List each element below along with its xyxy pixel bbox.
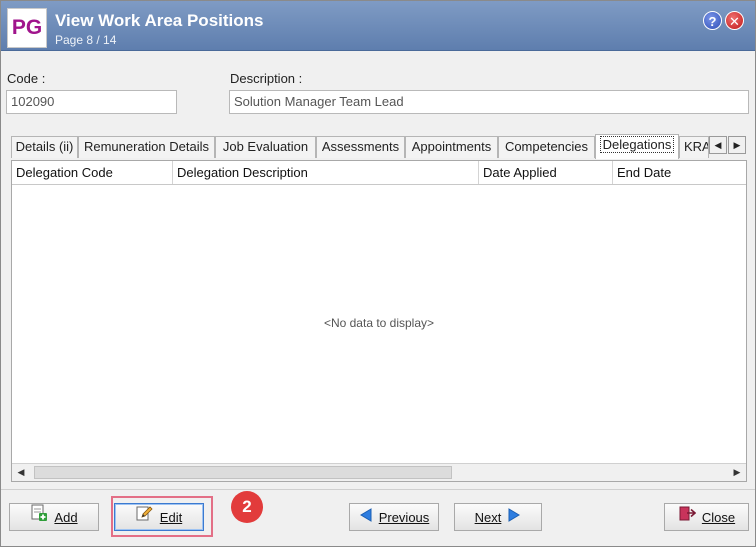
page-indicator: Page 8 / 14 — [55, 33, 117, 47]
scrollbar-thumb[interactable] — [34, 466, 452, 479]
previous-button[interactable]: Previous — [349, 503, 439, 531]
tab-strip: Details (ii) Remuneration Details Job Ev… — [9, 134, 749, 159]
horizontal-scrollbar[interactable]: ◀ ▶ — [12, 463, 746, 481]
close-button[interactable]: Close — [664, 503, 749, 531]
tab-kra[interactable]: KRA — [679, 136, 709, 158]
tab-competencies[interactable]: Competencies — [498, 136, 595, 158]
description-field[interactable]: Solution Manager Team Lead — [229, 90, 749, 114]
column-header-delegation-description[interactable]: Delegation Description — [173, 161, 479, 184]
title-bar: PG View Work Area Positions Page 8 / 14 … — [1, 1, 755, 51]
tab-job-evaluation[interactable]: Job Evaluation — [215, 136, 316, 158]
close-window-icon[interactable]: ✕ — [725, 11, 744, 30]
app-logo: PG — [7, 8, 47, 48]
add-document-icon — [30, 504, 48, 531]
column-header-date-applied[interactable]: Date Applied — [479, 161, 613, 184]
empty-grid-message: <No data to display> — [323, 316, 435, 330]
tab-appointments[interactable]: Appointments — [405, 136, 498, 158]
arrow-right-icon — [507, 505, 521, 531]
arrow-left-icon — [359, 505, 373, 531]
delegations-grid: Delegation Code Delegation Description D… — [11, 160, 747, 482]
tab-scroll-right-icon[interactable]: ▶ — [728, 136, 746, 154]
tab-delegations[interactable]: Delegations — [595, 134, 679, 159]
tab-remuneration-details[interactable]: Remuneration Details — [78, 136, 215, 158]
window-title: View Work Area Positions — [55, 11, 264, 30]
column-header-end-date[interactable]: End Date — [613, 161, 746, 184]
column-header-delegation-code[interactable]: Delegation Code — [12, 161, 173, 184]
close-door-icon — [678, 504, 697, 531]
help-icon[interactable]: ? — [703, 11, 722, 30]
dialog-window: PG View Work Area Positions Page 8 / 14 … — [0, 0, 756, 547]
add-button[interactable]: Add — [9, 503, 99, 531]
grid-header: Delegation Code Delegation Description D… — [12, 161, 746, 185]
tab-scroll-left-icon[interactable]: ◀ — [709, 136, 727, 154]
description-label: Description : — [230, 71, 303, 86]
code-field[interactable]: 102090 — [6, 90, 177, 114]
tab-details-ii[interactable]: Details (ii) — [11, 136, 78, 158]
code-label: Code : — [7, 71, 46, 86]
step-marker: 2 — [231, 491, 263, 523]
next-button[interactable]: Next — [454, 503, 542, 531]
tab-assessments[interactable]: Assessments — [316, 136, 405, 158]
scroll-left-icon[interactable]: ◀ — [12, 464, 30, 481]
footer-divider — [1, 489, 755, 490]
edit-highlight-box — [111, 496, 213, 537]
scroll-right-icon[interactable]: ▶ — [728, 464, 746, 481]
